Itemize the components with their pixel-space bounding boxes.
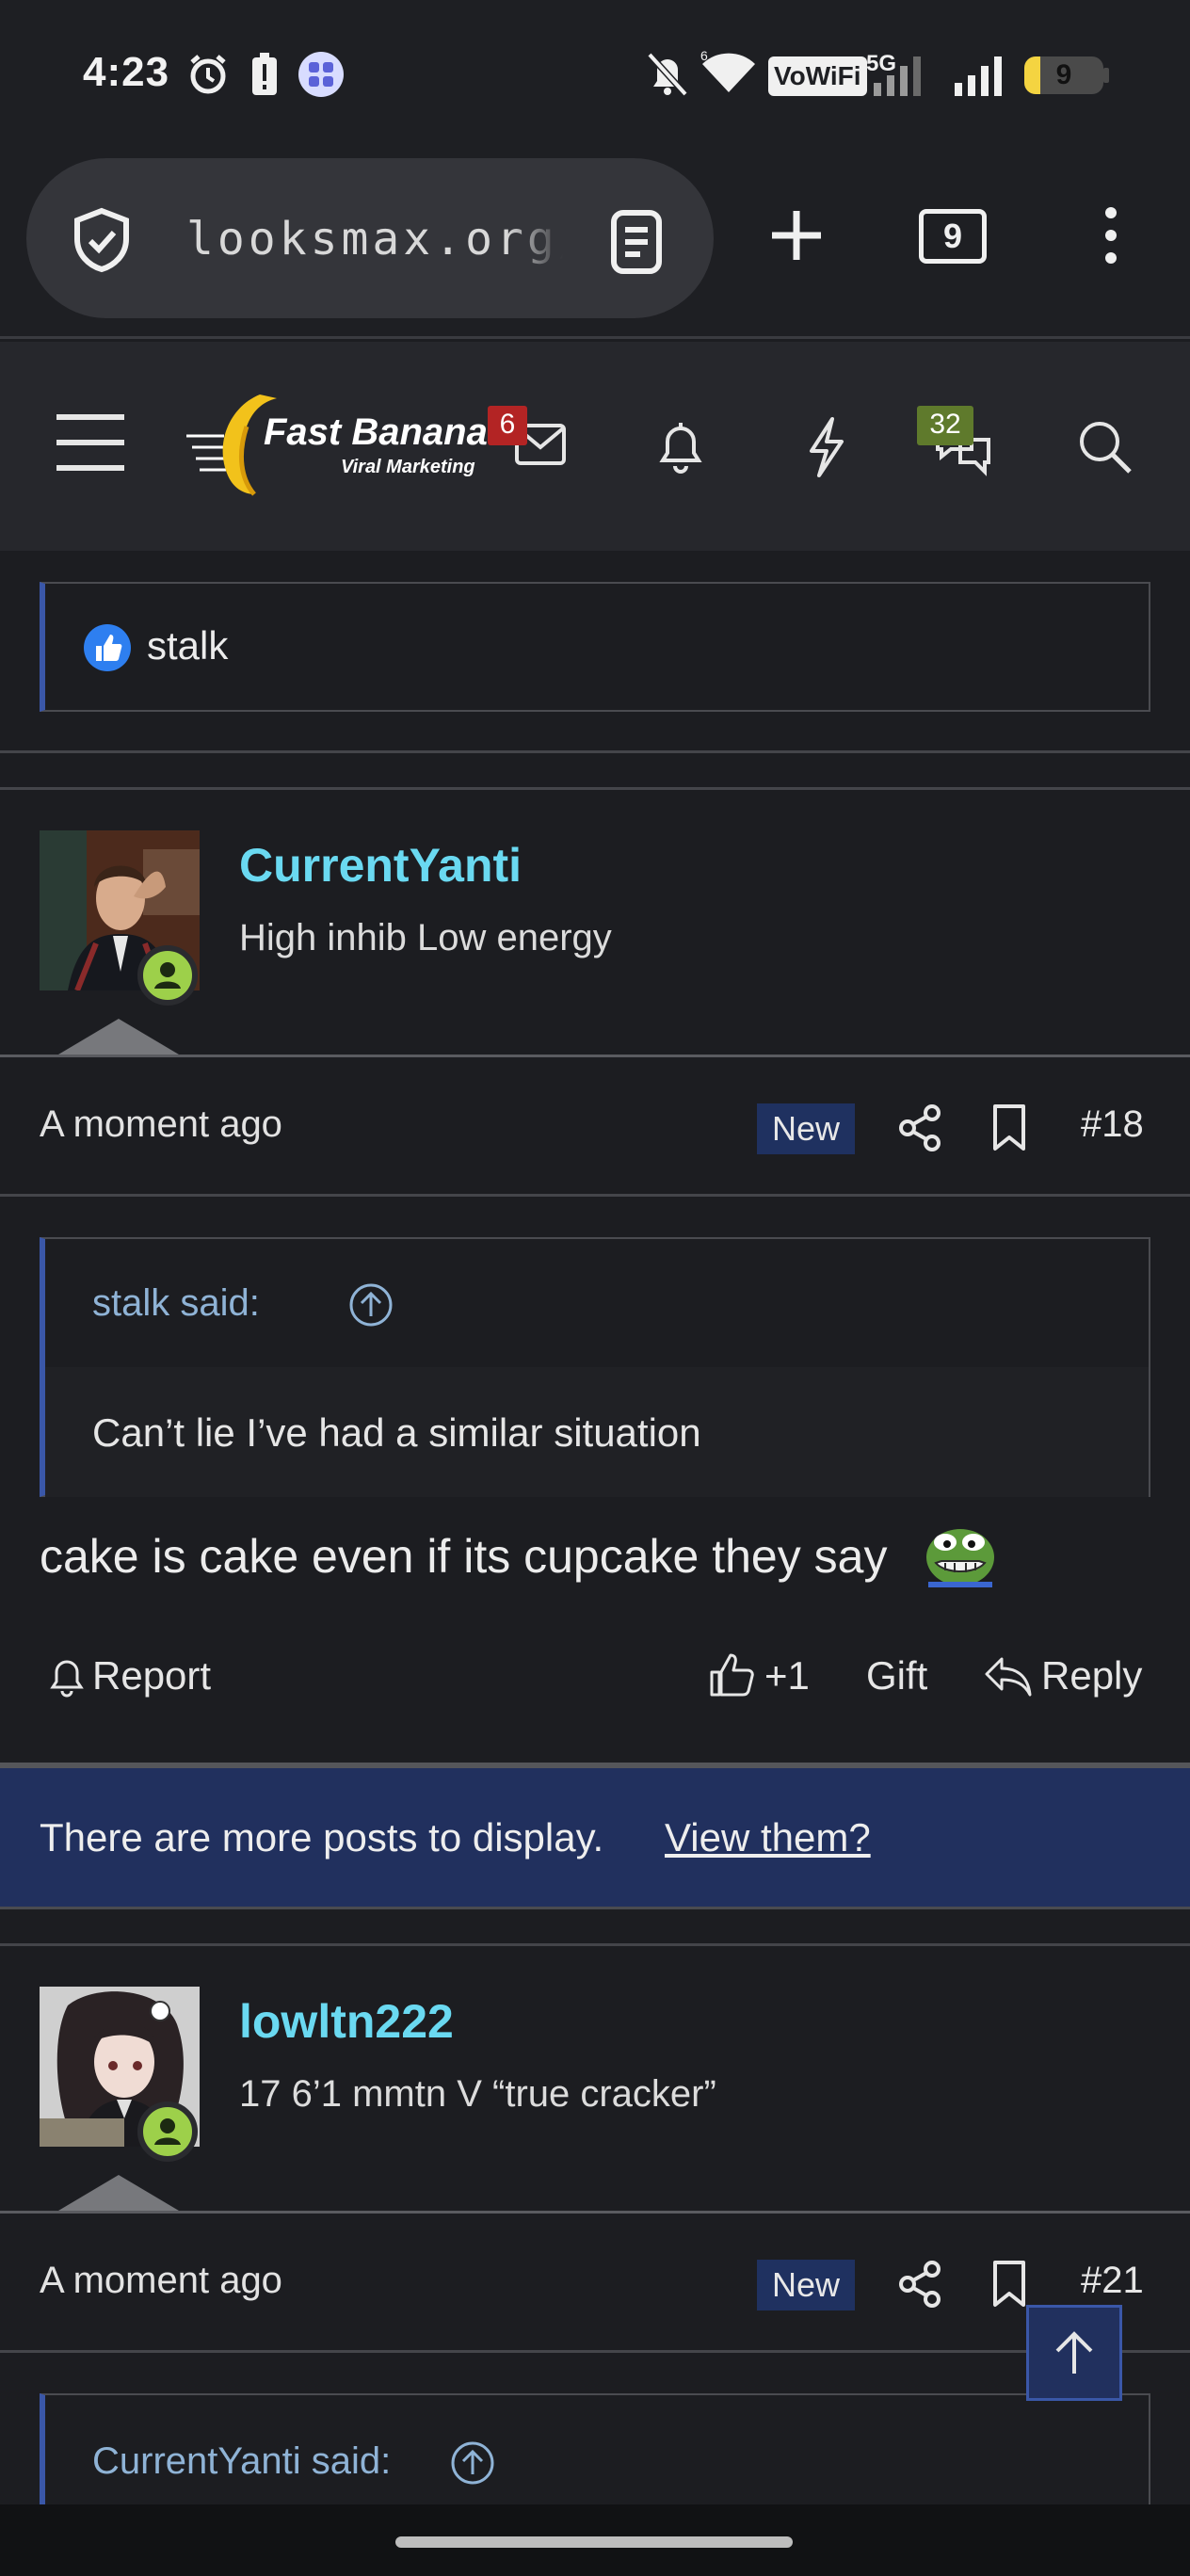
reader-mode-icon[interactable] — [608, 209, 665, 275]
notifications-bell-icon[interactable] — [655, 417, 706, 477]
post: CurrentYanti High inhib Low energy A mom… — [0, 789, 1190, 1768]
hamburger-menu-icon[interactable] — [55, 413, 126, 472]
gift-button[interactable]: Gift — [866, 1653, 927, 1699]
bookmark-icon[interactable] — [990, 1103, 1028, 1152]
user-title: 17 6’1 mmtn V “true cracker” — [239, 2073, 716, 2115]
like-count[interactable]: +1 — [764, 1653, 810, 1699]
quote-author[interactable]: stalk said: — [92, 1282, 260, 1325]
quote-block: stalk said: Can’t lie I’ve had a similar… — [40, 1237, 1150, 1497]
browser-toolbar: looksmax.org/t — [0, 151, 1190, 339]
more-posts-text: There are more posts to display. — [40, 1815, 604, 1860]
like-thumb-icon[interactable] — [706, 1650, 757, 1700]
reaction-user[interactable]: stalk — [147, 623, 228, 668]
chat-count-badge: 32 — [917, 406, 973, 445]
status-time: 4:23 — [83, 49, 170, 95]
battery-alert-icon — [252, 53, 277, 95]
new-tab-icon[interactable] — [768, 207, 825, 264]
user-arrow — [58, 2175, 179, 2211]
site-header: Fast Banana Viral Marketing 6 32 — [0, 342, 1190, 551]
scroll-to-top-button[interactable] — [1026, 2305, 1122, 2401]
username[interactable]: CurrentYanti — [239, 838, 522, 893]
share-icon[interactable] — [896, 2260, 943, 2309]
svg-text:6: 6 — [700, 49, 708, 63]
divider — [0, 1194, 1190, 1197]
signal-icon-2 — [955, 56, 1002, 96]
divider — [0, 2211, 1190, 2214]
battery-icon: 9 — [1024, 56, 1103, 94]
alarm-icon — [190, 55, 226, 94]
reply-button[interactable]: Reply — [1041, 1653, 1142, 1699]
vowifi-badge: VoWiFi — [768, 56, 867, 96]
logo-subtitle: Viral Marketing — [341, 457, 475, 477]
new-badge: New — [757, 1103, 855, 1154]
home-gesture-handle[interactable] — [395, 2536, 793, 2548]
new-badge: New — [757, 2260, 855, 2310]
reactions-bar[interactable]: stalk — [40, 582, 1150, 712]
tab-count-button[interactable]: 9 — [919, 209, 987, 264]
system-nav-bar — [0, 2504, 1190, 2576]
reply-arrow-icon[interactable] — [983, 1653, 1034, 1699]
url-text[interactable]: looksmax.org/t — [186, 213, 563, 266]
like-reaction-icon — [84, 624, 131, 671]
report-button[interactable]: Report — [92, 1653, 211, 1699]
post-time[interactable]: A moment ago — [40, 1103, 282, 1146]
more-posts-banner: There are more posts to display. View th… — [0, 1768, 1190, 1909]
pepe-emoji-icon — [926, 1529, 994, 1587]
jump-to-quote-icon[interactable] — [348, 1282, 394, 1328]
search-icon[interactable] — [1075, 417, 1134, 475]
signal-icon — [874, 56, 921, 96]
more-menu-icon[interactable] — [1092, 205, 1130, 271]
site-logo[interactable]: Fast Banana Viral Marketing — [186, 389, 488, 502]
report-bell-icon[interactable] — [47, 1653, 87, 1700]
divider — [0, 1055, 1190, 1057]
quote-text: Can’t lie I’ve had a similar situation — [92, 1410, 701, 1455]
online-status-icon — [137, 2101, 198, 2162]
arrow-up-icon — [1055, 2331, 1093, 2374]
address-bar[interactable]: looksmax.org/t — [26, 158, 714, 318]
divider — [0, 2350, 1190, 2353]
inbox-count-badge: 6 — [488, 406, 527, 445]
divider — [0, 750, 1190, 753]
share-icon[interactable] — [896, 1103, 943, 1152]
view-more-link[interactable]: View them? — [665, 1815, 871, 1860]
post-number[interactable]: #21 — [1081, 2260, 1144, 2302]
jump-to-quote-icon[interactable] — [450, 2440, 495, 2486]
post: lowltn222 17 6’1 mmtn V “true cracker” A… — [0, 1945, 1190, 2576]
online-status-icon — [137, 945, 198, 1006]
whats-new-lightning-icon[interactable] — [804, 415, 847, 479]
mute-bell-icon — [647, 52, 688, 97]
wifi-icon: 6 — [700, 49, 755, 92]
quote-author[interactable]: CurrentYanti said: — [92, 2440, 391, 2483]
user-arrow — [58, 1019, 179, 1055]
shield-icon[interactable] — [72, 207, 132, 273]
status-bar: 4:23 6 VoWiFi 5G 9 — [0, 0, 1190, 151]
post-time[interactable]: A moment ago — [40, 2260, 282, 2302]
post-body: cake is cake even if its cupcake they sa… — [40, 1530, 888, 1583]
bookmark-icon[interactable] — [990, 2260, 1028, 2309]
username[interactable]: lowltn222 — [239, 1994, 454, 2049]
user-title: High inhib Low energy — [239, 917, 612, 958]
post-number[interactable]: #18 — [1081, 1103, 1144, 1146]
app-launcher-icon — [298, 52, 344, 97]
logo-title: Fast Banana — [264, 411, 488, 453]
